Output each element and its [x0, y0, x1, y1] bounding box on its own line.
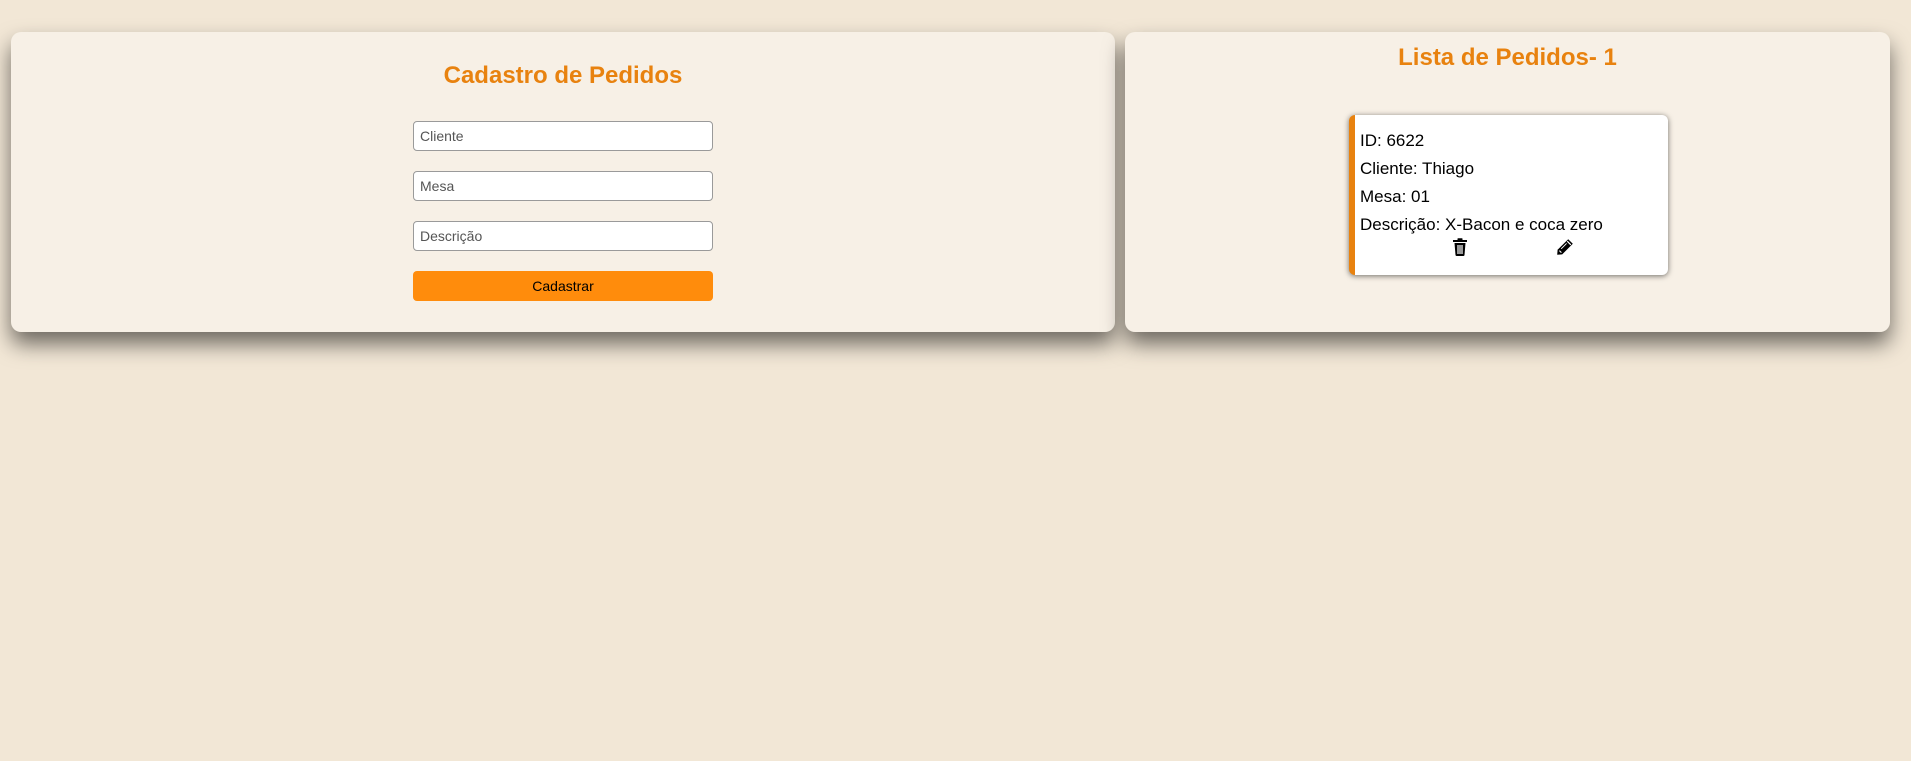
order-cliente: Cliente: Thiago [1360, 159, 1475, 178]
order-descricao: Descrição: X-Bacon e coca zero [1360, 215, 1603, 234]
order-form-panel: Cadastro de Pedidos Cadastrar [11, 32, 1115, 332]
form-title: Cadastro de Pedidos [443, 62, 683, 89]
order-mesa: Mesa: 01 [1360, 187, 1430, 206]
order-list-panel: Lista de Pedidos- 1 ID: 6622 Cliente: Th… [1125, 32, 1890, 332]
trash-icon[interactable] [1450, 237, 1470, 257]
order-actions [1355, 237, 1668, 259]
order-id: ID: 6622 [1360, 131, 1425, 150]
list-title: Lista de Pedidos- 1 [1398, 44, 1617, 71]
mesa-input[interactable] [413, 171, 713, 201]
cliente-input[interactable] [413, 121, 713, 151]
descricao-input[interactable] [413, 221, 713, 251]
pencil-icon[interactable] [1555, 237, 1575, 257]
cadastrar-button[interactable]: Cadastrar [413, 271, 713, 301]
order-card: ID: 6622 Cliente: Thiago Mesa: 01 Descri… [1349, 115, 1668, 275]
